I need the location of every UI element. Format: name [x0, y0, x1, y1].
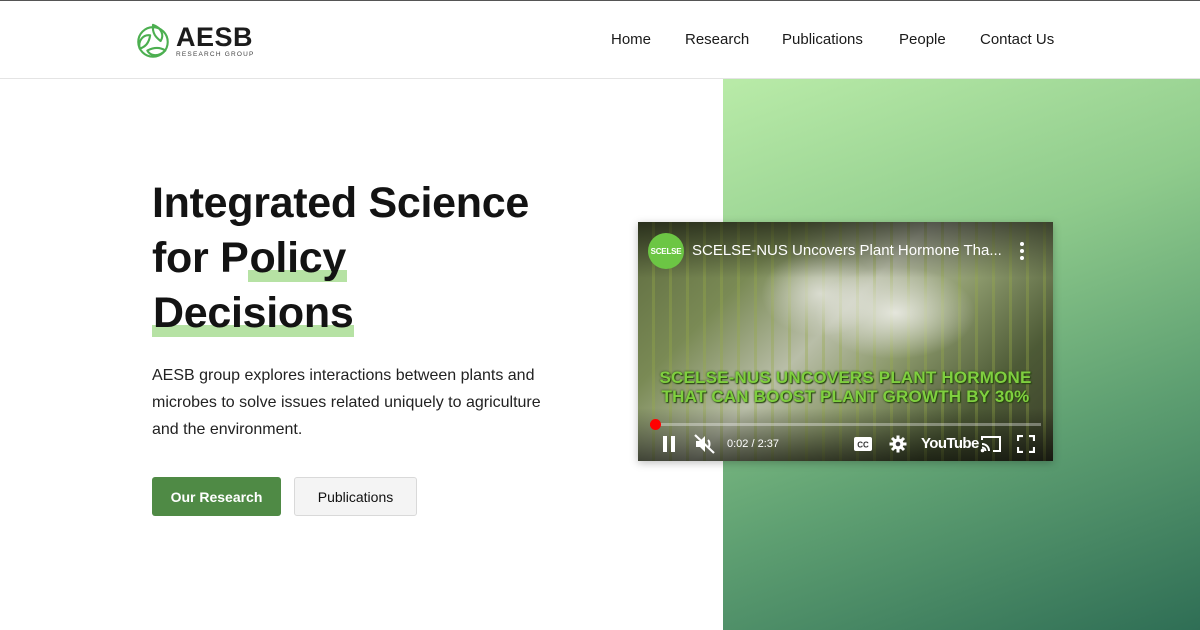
cast-icon[interactable]	[979, 433, 1003, 455]
nav-item-people[interactable]: People	[899, 30, 946, 50]
fullscreen-icon[interactable]	[1015, 433, 1037, 455]
youtube-logo[interactable]: YouTube	[921, 433, 979, 455]
hero-title-line1: Integrated Science	[152, 179, 529, 227]
video-player[interactable]: SCELSE SCELSE-NUS Uncovers Plant Hormone…	[638, 222, 1053, 461]
hero-title-line3: Decisions	[152, 289, 355, 337]
channel-avatar[interactable]: SCELSE	[648, 233, 684, 269]
pause-icon[interactable]	[658, 433, 680, 455]
captions-icon[interactable]: CC	[852, 433, 874, 455]
settings-icon[interactable]	[887, 433, 909, 455]
video-caption-line2: THAT CAN BOOST PLANT GROWTH BY 30%	[661, 387, 1030, 406]
video-time: 0:02 / 2:37	[727, 438, 779, 450]
video-caption: SCELSE-NUS UNCOVERS PLANT HORMONE THAT C…	[638, 368, 1053, 406]
nav-item-publications[interactable]: Publications	[782, 30, 863, 50]
site-header: AESB RESEARCH GROUP Home Research Public…	[0, 1, 1200, 79]
publications-button[interactable]: Publications	[294, 477, 417, 516]
video-scrubber-handle[interactable]	[650, 419, 662, 430]
nav-item-research[interactable]: Research	[685, 30, 749, 50]
brand-subtitle: RESEARCH GROUP	[176, 50, 255, 58]
hero-title-highlight: olicy	[248, 234, 347, 282]
video-progress-bar[interactable]	[650, 419, 1041, 430]
nav-item-home[interactable]: Home	[611, 30, 651, 50]
hero-description: AESB group explores interactions between…	[152, 367, 541, 438]
main-nav: Home Research Publications People Contac…	[0, 30, 1200, 50]
svg-text:CC: CC	[857, 441, 869, 450]
nav-item-contact-us[interactable]: Contact Us	[980, 30, 1054, 50]
hero-title-line2-pre: for P	[152, 234, 249, 282]
more-vert-icon[interactable]	[1016, 240, 1028, 262]
hero-title: Integrated Science for Policy Decisions	[152, 176, 529, 341]
video-caption-line1: SCELSE-NUS UNCOVERS PLANT HORMONE	[659, 368, 1032, 387]
video-title[interactable]: SCELSE-NUS Uncovers Plant Hormone Tha...	[692, 241, 1012, 261]
mute-icon[interactable]	[693, 433, 717, 455]
our-research-button[interactable]: Our Research	[152, 477, 281, 516]
